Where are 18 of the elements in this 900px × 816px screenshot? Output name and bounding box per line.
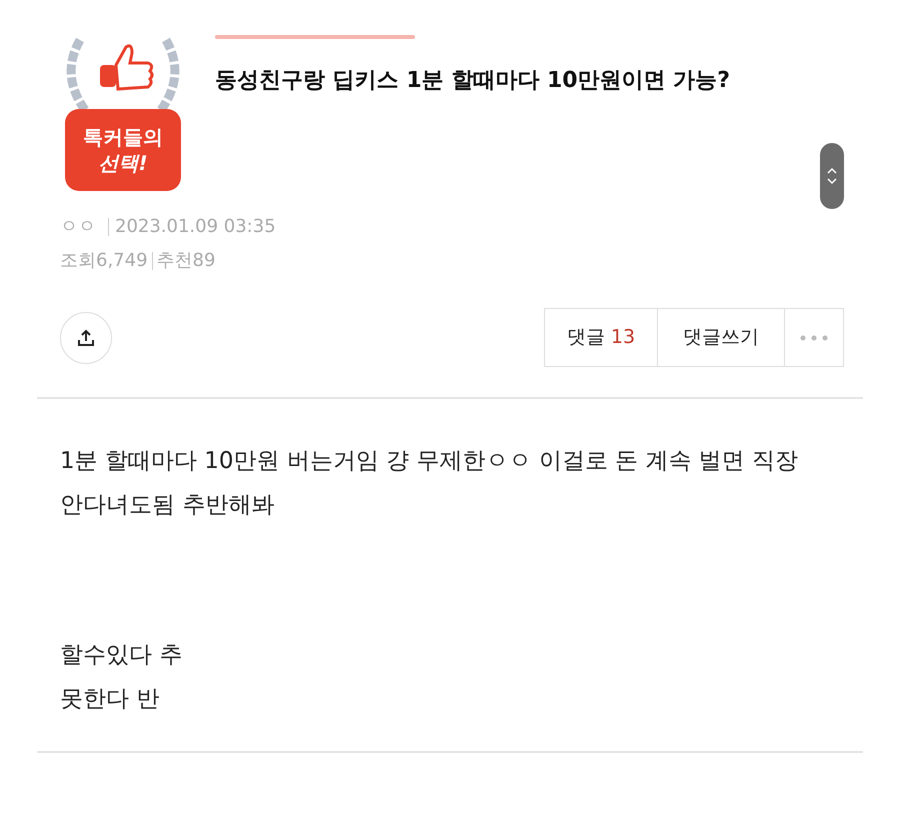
share-button[interactable] <box>60 312 112 364</box>
post-text: 할수있다 추 <box>60 641 184 670</box>
chevron-down-icon <box>827 178 837 185</box>
author-name: ㅇㅇ <box>60 215 96 239</box>
post-title: 동성친구랑 딥키스 1분 할때마다 10만원이면 가능? <box>215 67 730 95</box>
post-text: 못한다 반 <box>60 685 160 714</box>
share-icon <box>77 328 95 346</box>
view-count: 조회6,749 <box>60 249 148 273</box>
write-comment-button[interactable]: 댓글쓰기 <box>658 309 785 366</box>
like-count: 추천89 <box>156 249 216 273</box>
post-date: 2023.01.09 03:35 <box>115 215 276 239</box>
comments-button[interactable]: 댓글 13 <box>545 309 658 366</box>
chevron-up-icon <box>827 167 837 174</box>
post-text: 1분 할때마다 10만원 버는거임 걍 무제한ㅇㅇ 이걸로 돈 계속 벌면 직장 안다녀도됨 추반해봐 <box>60 447 800 520</box>
more-icon <box>800 334 828 340</box>
badge-label: 톡커들의 <box>83 124 163 150</box>
scroll-buttons[interactable] <box>820 143 844 209</box>
badge-label: 선택! <box>98 150 148 176</box>
